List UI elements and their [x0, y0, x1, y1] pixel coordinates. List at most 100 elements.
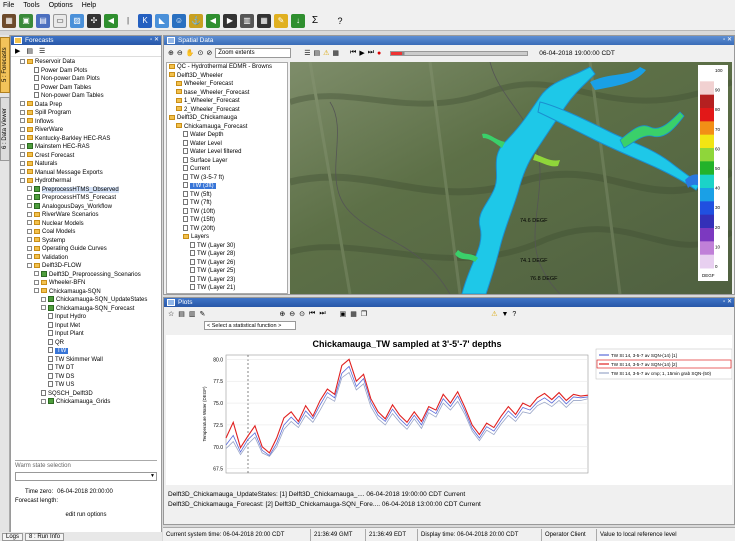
table-icon[interactable]: ▤ [178, 310, 185, 318]
tree-item[interactable]: Input Hydro [11, 313, 161, 322]
tree-item[interactable]: Inflows [11, 118, 161, 127]
export-icon[interactable]: ◀ [104, 13, 118, 28]
table-icon[interactable]: ▤ [26, 47, 33, 55]
tree-item[interactable]: RiverWare [11, 126, 161, 135]
layer-tree-item[interactable]: Chickamauga_Forecast [167, 123, 287, 132]
save-icon[interactable]: ▣ [340, 310, 347, 318]
arrow-icon[interactable]: ◀ [206, 13, 220, 28]
layer-tree-item[interactable]: Delft3D_Wheeler [167, 72, 287, 81]
expand-icon[interactable] [20, 58, 25, 64]
tree-item[interactable]: Kentucky-Barkley HEC-RAS [11, 135, 161, 144]
layers-icon[interactable]: ☰ [304, 49, 310, 57]
column-icon[interactable]: ▥ [189, 310, 196, 318]
tree-item[interactable]: TW US [11, 381, 161, 390]
menu-options[interactable]: Options [49, 2, 73, 9]
layer-tree-item[interactable]: Surface Layer [167, 156, 287, 166]
expand-icon[interactable] [20, 118, 25, 124]
tree-item[interactable]: Operating Guide Curves [11, 245, 161, 254]
tree-item[interactable]: QR [11, 338, 161, 348]
tree-item[interactable]: Wheeler-BFN [11, 279, 161, 288]
layer-tree-item[interactable]: 2_Wheeler_Forecast [167, 106, 287, 115]
expand-icon[interactable] [27, 194, 32, 200]
bar-icon[interactable]: | [121, 13, 135, 28]
expand-icon[interactable] [20, 160, 25, 166]
chart-icon[interactable]: ◣ [155, 13, 169, 28]
expand-icon[interactable] [41, 296, 46, 302]
tree-item[interactable]: Chickamauga-SQN_UpdateStates [11, 296, 161, 305]
tree-item[interactable]: Spill Program [11, 109, 161, 118]
tree-item[interactable]: Power Dam Tables [11, 83, 161, 93]
layer-tree-item[interactable]: TW (3-5-7 ft) [167, 173, 287, 183]
list-icon[interactable]: ☰ [39, 47, 45, 55]
expand-icon[interactable] [27, 254, 32, 260]
layer-tree-item[interactable]: TW (10ft) [167, 207, 287, 217]
tree-item[interactable]: Validation [11, 254, 161, 263]
play-icon[interactable]: ▶ [223, 13, 237, 28]
help-icon[interactable]: ? [512, 311, 516, 318]
step-forward-icon[interactable]: ⏭ [368, 49, 374, 57]
tree-item[interactable]: TW Skimmer Wall [11, 355, 161, 365]
tree-item[interactable]: Hydrothermal [11, 177, 161, 186]
tree-item[interactable]: Chickamauga_Grids [11, 398, 161, 407]
stat-function-select[interactable]: < Select a statistical function > [204, 321, 296, 330]
step-back-icon[interactable]: ⏮ [350, 49, 356, 57]
layer-tree-item[interactable]: TW (7ft) [167, 199, 287, 208]
sigma-icon[interactable]: Σ [308, 13, 322, 28]
grid-dots-icon[interactable]: ▦ [257, 13, 271, 28]
tree-item[interactable]: Input Plant [11, 330, 161, 339]
tree-item[interactable]: TW DS [11, 372, 161, 382]
expand-icon[interactable] [27, 228, 32, 234]
tree-item[interactable]: Chickamauga-SQN_Forecast [11, 304, 161, 314]
tree-item[interactable]: PreprocessHTMS_Observed [11, 185, 161, 195]
layer-tree-item[interactable]: TW (Layer 28) [167, 250, 287, 259]
time-zero-value[interactable]: 06-04-2018 20:00:00 [57, 489, 113, 495]
expand-icon[interactable] [20, 152, 25, 158]
warm-state-select[interactable]: ▼ [15, 472, 157, 481]
tree-item[interactable]: PreprocessHTMS_Forecast [11, 194, 161, 203]
layer-tree-item[interactable]: Water Level filtered [167, 148, 287, 157]
tree-item[interactable]: TW [11, 347, 161, 356]
tree-item[interactable]: TW DT [11, 364, 161, 373]
tree-item[interactable]: Delft3D_Preprocessing_Scenarios [11, 270, 161, 280]
tree-item[interactable]: Nuclear Models [11, 220, 161, 229]
expand-icon[interactable] [27, 262, 32, 268]
map-view[interactable]: 74.6 DEGF 74.1 DEGF 76.8 DEGF 100 90 80 70 6… [290, 62, 732, 294]
tree-item[interactable]: Mainstem HEC-RAS [11, 143, 161, 152]
layer-tree-item[interactable]: QC - Hydrothermal EDMR - Browns [167, 63, 287, 72]
expand-icon[interactable] [20, 101, 25, 107]
panel-controls-icon[interactable]: ▫ ✕ [723, 36, 732, 45]
expand-icon[interactable] [34, 271, 39, 277]
tree-item[interactable]: Non-power Dam Tables [11, 92, 161, 101]
expand-icon[interactable] [20, 109, 25, 115]
wrench-icon[interactable]: ✎ [274, 13, 288, 28]
calc-icon[interactable]: ▥ [240, 13, 254, 28]
layer-tree-item[interactable]: TW (Layer 30) [167, 241, 287, 251]
menu-help[interactable]: Help [82, 2, 96, 9]
expand-icon[interactable] [20, 135, 25, 141]
tab-logs[interactable]: Logs [2, 532, 24, 541]
menu-tools[interactable]: Tools [23, 2, 39, 9]
tree-item[interactable]: Manual Message Exports [11, 169, 161, 178]
tree-item[interactable]: Coal Models [11, 228, 161, 237]
expand-icon[interactable] [34, 288, 39, 294]
person-icon[interactable]: ☺ [172, 13, 186, 28]
tree-item[interactable]: RiverWare Scenarios [11, 211, 161, 220]
expand-icon[interactable] [20, 177, 25, 183]
layer-tree-item[interactable]: TW (Layer 23) [167, 275, 287, 285]
document-icon[interactable]: ▭ [53, 13, 67, 28]
star-icon[interactable]: ☆ [168, 310, 174, 318]
tree-item[interactable]: Reservoir Data [11, 58, 161, 67]
layer-tree-item[interactable]: Water Depth [167, 131, 287, 140]
expand-icon[interactable] [41, 305, 46, 311]
layer-tree-item[interactable]: base_Wheeler_Forecast [167, 89, 287, 98]
expand-icon[interactable] [27, 203, 32, 209]
zoom-previous-icon[interactable]: ⊘ [206, 49, 212, 57]
expand-icon[interactable] [20, 126, 25, 132]
zoom-extent-icon[interactable]: ⊙ [299, 310, 305, 318]
edit-run-options-button[interactable]: edit run options [15, 512, 157, 518]
tree-item[interactable]: Input Met [11, 321, 161, 331]
layer-tree-item[interactable]: Water Level [167, 139, 287, 149]
menu-file[interactable]: File [3, 2, 14, 9]
tree-item[interactable]: Chickamauga-SQN [11, 288, 161, 297]
tree-item[interactable]: Systemp [11, 237, 161, 246]
